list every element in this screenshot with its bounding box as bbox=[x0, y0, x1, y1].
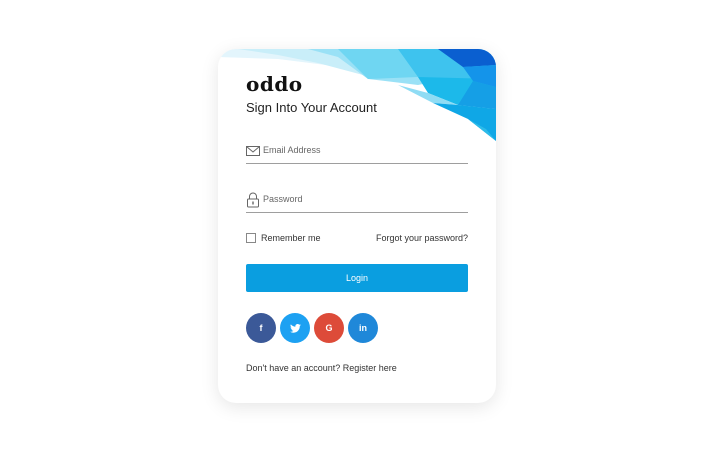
envelope-icon bbox=[246, 146, 260, 156]
remember-me: Remember me bbox=[246, 232, 321, 244]
brand-logo: oddo bbox=[246, 72, 303, 96]
email-field bbox=[246, 139, 468, 164]
facebook-icon: f bbox=[259, 323, 263, 333]
decorative-header-art bbox=[218, 49, 496, 141]
remember-checkbox[interactable] bbox=[246, 233, 256, 243]
remember-label: Remember me bbox=[261, 233, 321, 243]
twitter-button[interactable] bbox=[280, 313, 310, 343]
linkedin-icon: in bbox=[359, 323, 367, 333]
lock-icon bbox=[247, 192, 259, 208]
google-icon: G bbox=[325, 323, 333, 333]
google-button[interactable]: G bbox=[314, 313, 344, 343]
twitter-icon bbox=[289, 323, 301, 333]
email-input[interactable] bbox=[263, 139, 463, 161]
form-title: Sign Into Your Account bbox=[246, 100, 377, 115]
register-link[interactable]: Don't have an account? Register here bbox=[246, 363, 397, 373]
forgot-password-link[interactable]: Forgot your password? bbox=[376, 232, 468, 244]
facebook-button[interactable]: f bbox=[246, 313, 276, 343]
password-field bbox=[246, 188, 468, 213]
login-button[interactable]: Login bbox=[246, 264, 468, 292]
linkedin-button[interactable]: in bbox=[348, 313, 378, 343]
login-card: oddo Sign Into Your Account Remember me … bbox=[218, 49, 496, 403]
password-input[interactable] bbox=[263, 188, 463, 210]
